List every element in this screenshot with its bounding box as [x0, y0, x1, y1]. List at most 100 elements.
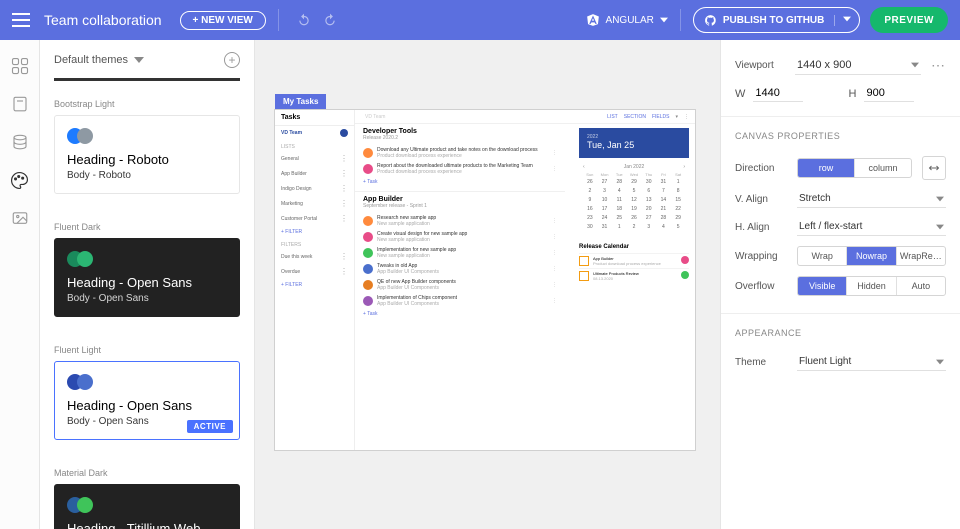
- cal-day[interactable]: 31: [598, 223, 612, 231]
- page-icon[interactable]: [10, 94, 30, 114]
- overflow-hidden[interactable]: Hidden: [847, 277, 896, 295]
- valign-select[interactable]: Stretch: [797, 190, 946, 208]
- cal-day[interactable]: 2: [583, 187, 597, 195]
- section-mode[interactable]: SECTION: [624, 114, 646, 120]
- task-item[interactable]: QE of new App Builder componentsApp Buil…: [355, 277, 565, 293]
- publish-dropdown[interactable]: [834, 15, 859, 26]
- list-item[interactable]: Indigo Design⋮: [275, 181, 354, 196]
- cal-day[interactable]: 1: [671, 178, 685, 186]
- more-icon[interactable]: ⋮: [684, 114, 689, 120]
- canvas-frame[interactable]: Tasks VD Team LISTS General⋮App Builder⋮…: [275, 110, 695, 450]
- cal-day[interactable]: 4: [657, 223, 671, 231]
- cal-day[interactable]: 8: [671, 187, 685, 195]
- cal-day[interactable]: 1: [612, 223, 626, 231]
- list-mode[interactable]: LIST: [607, 114, 618, 120]
- task-item[interactable]: Download any Ultimate product and take n…: [355, 145, 565, 161]
- list-item[interactable]: Marketing⋮: [275, 196, 354, 211]
- cal-day[interactable]: 26: [583, 178, 597, 186]
- cal-day[interactable]: 28: [657, 214, 671, 222]
- themes-icon[interactable]: [10, 170, 30, 190]
- cal-day[interactable]: 27: [598, 178, 612, 186]
- theme-card-bootstrap-light[interactable]: Heading - Roboto Body - Roboto: [54, 115, 240, 194]
- cal-day[interactable]: 30: [642, 178, 656, 186]
- task-item[interactable]: Create visual design for new sample appN…: [355, 229, 565, 245]
- cal-day[interactable]: 29: [671, 214, 685, 222]
- cal-day[interactable]: 5: [671, 223, 685, 231]
- overflow-auto[interactable]: Auto: [897, 277, 945, 295]
- preview-button[interactable]: PREVIEW: [870, 7, 948, 33]
- theme-card-material-dark[interactable]: Heading - Titillium Web Body - Titillium…: [54, 484, 240, 529]
- cal-day[interactable]: 2: [627, 223, 641, 231]
- redo-icon[interactable]: [323, 13, 337, 27]
- cal-day[interactable]: 21: [657, 205, 671, 213]
- cal-day[interactable]: 22: [671, 205, 685, 213]
- cal-day[interactable]: 3: [598, 187, 612, 195]
- assets-icon[interactable]: [10, 208, 30, 228]
- wraprev-btn[interactable]: WrapRe…: [897, 247, 945, 265]
- task-item[interactable]: Report about the downloaded ultimate pro…: [355, 161, 565, 177]
- list-item[interactable]: Overdue⋮: [275, 264, 354, 279]
- list-item[interactable]: Due this week⋮: [275, 249, 354, 264]
- cal-day[interactable]: 9: [583, 196, 597, 204]
- add-task[interactable]: + Task: [355, 309, 565, 319]
- release-item[interactable]: App BuilderProduct download process expe…: [579, 253, 689, 268]
- theme-select[interactable]: Default themes: [54, 54, 144, 66]
- cal-next[interactable]: ›: [683, 164, 685, 170]
- cal-day[interactable]: 30: [583, 223, 597, 231]
- cal-day[interactable]: 23: [583, 214, 597, 222]
- add-filter[interactable]: + FILTER: [275, 226, 354, 238]
- task-item[interactable]: Tweaks in old AppApp Builder UI Componen…: [355, 261, 565, 277]
- cal-day[interactable]: 17: [598, 205, 612, 213]
- undo-icon[interactable]: [297, 13, 311, 27]
- cal-day[interactable]: 26: [627, 214, 641, 222]
- add-task[interactable]: + Task: [355, 177, 565, 187]
- task-item[interactable]: Research new sample appNew sample applic…: [355, 213, 565, 229]
- overflow-visible[interactable]: Visible: [798, 277, 847, 295]
- width-input[interactable]: [753, 85, 803, 102]
- cal-day[interactable]: 27: [642, 214, 656, 222]
- filter-icon[interactable]: ▾: [675, 114, 678, 120]
- add-filter[interactable]: + FILTER: [275, 279, 354, 291]
- cal-day[interactable]: 11: [612, 196, 626, 204]
- height-input[interactable]: [864, 85, 914, 102]
- cal-day[interactable]: 16: [583, 205, 597, 213]
- cal-day[interactable]: 19: [627, 205, 641, 213]
- cal-prev[interactable]: ‹: [583, 164, 585, 170]
- cal-day[interactable]: 31: [657, 178, 671, 186]
- theme-card-fluent-dark[interactable]: Heading - Open Sans Body - Open Sans: [54, 238, 240, 317]
- nowrap-btn[interactable]: Nowrap: [847, 247, 896, 265]
- cal-day[interactable]: 29: [627, 178, 641, 186]
- cal-day[interactable]: 4: [612, 187, 626, 195]
- hamburger-icon[interactable]: [12, 13, 30, 27]
- theme-select[interactable]: Fluent Light: [797, 353, 946, 371]
- cal-day[interactable]: 6: [642, 187, 656, 195]
- release-item[interactable]: Ultimate Products Review08.13.2020: [579, 268, 689, 283]
- list-item[interactable]: App Builder⋮: [275, 166, 354, 181]
- fields-mode[interactable]: FIELDS: [652, 114, 670, 120]
- data-icon[interactable]: [10, 132, 30, 152]
- wrap-btn[interactable]: Wrap: [798, 247, 847, 265]
- swap-button[interactable]: [922, 156, 946, 180]
- cal-day[interactable]: 5: [627, 187, 641, 195]
- components-icon[interactable]: [10, 56, 30, 76]
- direction-column[interactable]: column: [855, 159, 911, 177]
- cal-day[interactable]: 7: [657, 187, 671, 195]
- theme-card-fluent-light[interactable]: Heading - Open Sans Body - Open Sans ACT…: [54, 361, 240, 440]
- add-theme-button[interactable]: +: [224, 52, 240, 68]
- cal-day[interactable]: 14: [657, 196, 671, 204]
- task-item[interactable]: Implementation of Chips componentApp Bui…: [355, 293, 565, 309]
- cal-day[interactable]: 24: [598, 214, 612, 222]
- direction-row[interactable]: row: [798, 159, 855, 177]
- cal-day[interactable]: 12: [627, 196, 641, 204]
- cal-day[interactable]: 13: [642, 196, 656, 204]
- publish-button[interactable]: PUBLISH TO GITHUB: [693, 7, 860, 33]
- more-icon[interactable]: ⋯: [931, 57, 946, 74]
- list-item[interactable]: General⋮: [275, 151, 354, 166]
- list-item[interactable]: Customer Portal⋮: [275, 211, 354, 226]
- cal-day[interactable]: 20: [642, 205, 656, 213]
- cal-day[interactable]: 25: [612, 214, 626, 222]
- halign-select[interactable]: Left / flex-start: [797, 218, 946, 236]
- cal-day[interactable]: 28: [612, 178, 626, 186]
- task-item[interactable]: Implementation for new sample appNew sam…: [355, 245, 565, 261]
- my-tasks-tab[interactable]: My Tasks: [275, 94, 326, 109]
